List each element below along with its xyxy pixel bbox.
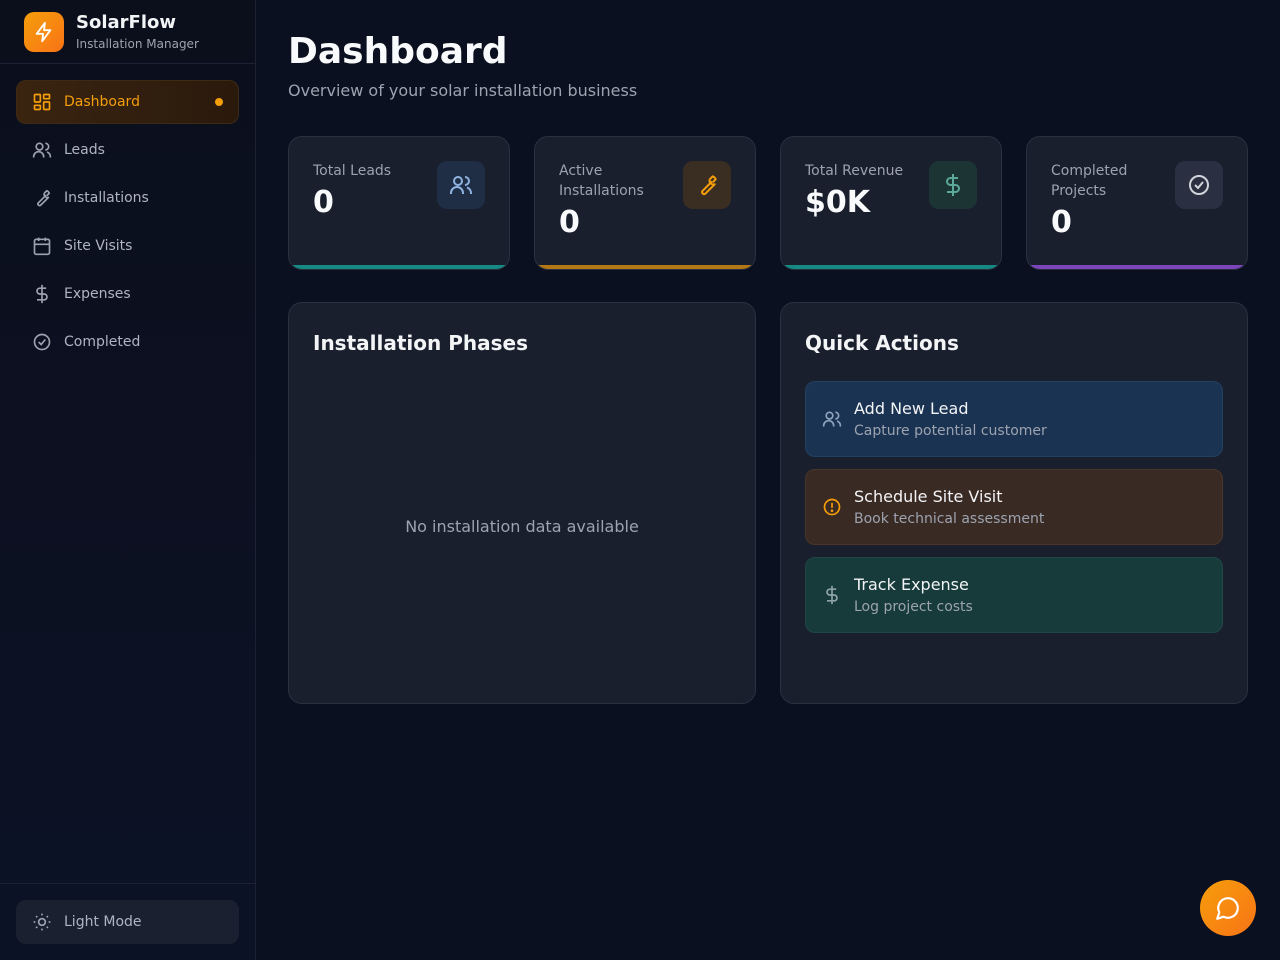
stat-accent-bar <box>535 265 755 269</box>
alert-circle-icon <box>822 497 842 517</box>
dollar-icon <box>822 585 842 605</box>
stat-card-active-installations: Active Installations 0 <box>534 136 756 270</box>
action-subtitle: Capture potential customer <box>854 422 1047 439</box>
sidebar: SolarFlow Installation Manager Dashboard… <box>0 0 256 960</box>
sidebar-item-site-visits[interactable]: Site Visits <box>16 224 239 268</box>
active-indicator <box>215 98 223 106</box>
calendar-icon <box>32 236 52 256</box>
stat-label: Total Leads <box>313 163 392 179</box>
stat-card-completed-projects: Completed Projects 0 <box>1026 136 1248 270</box>
action-title: Track Expense <box>854 574 969 594</box>
users-icon <box>822 409 842 429</box>
sun-icon <box>32 912 52 932</box>
dashboard-grid-icon <box>32 92 52 112</box>
stat-value: 0 <box>559 205 580 240</box>
theme-toggle-label: Light Mode <box>64 914 142 930</box>
action-subtitle: Log project costs <box>854 598 973 615</box>
stats-row: Total Leads 0 Active Installations 0 Tot… <box>288 136 1248 270</box>
brand: SolarFlow Installation Manager <box>0 0 255 64</box>
dollar-icon <box>929 161 977 209</box>
sidebar-item-dashboard[interactable]: Dashboard <box>16 80 239 124</box>
chat-button[interactable] <box>1200 880 1256 936</box>
sidebar-item-label: Site Visits <box>64 238 133 254</box>
brand-subtitle: Installation Manager <box>76 36 199 51</box>
empty-state-text: No installation data available <box>405 517 639 536</box>
stat-label: Completed Projects <box>1051 163 1128 199</box>
installation-phases-panel: Installation Phases No installation data… <box>288 302 756 704</box>
page-title: Dashboard <box>288 31 508 72</box>
sidebar-item-label: Leads <box>64 142 105 158</box>
sidebar-nav: Dashboard Leads Installations Site Visit… <box>0 64 255 384</box>
stat-label: Total Revenue <box>805 163 904 179</box>
lightning-bolt-icon <box>24 11 64 52</box>
users-icon <box>32 140 52 160</box>
stat-accent-bar <box>781 265 1001 269</box>
quick-actions-panel: Quick Actions Add New Lead Capture poten… <box>780 302 1248 704</box>
stat-value: 0 <box>1051 205 1072 240</box>
wrench-icon <box>683 161 731 209</box>
dollar-icon <box>32 284 52 304</box>
track-expense-button[interactable]: Track Expense Log project costs <box>805 557 1223 633</box>
sidebar-item-expenses[interactable]: Expenses <box>16 272 239 316</box>
sidebar-item-label: Installations <box>64 190 149 206</box>
action-title: Add New Lead <box>854 398 969 418</box>
panel-title: Quick Actions <box>805 331 959 355</box>
chat-bubble-icon <box>1215 895 1241 921</box>
stat-label: Active Installations <box>559 163 644 199</box>
sidebar-item-leads[interactable]: Leads <box>16 128 239 172</box>
sidebar-item-installations[interactable]: Installations <box>16 176 239 220</box>
action-subtitle: Book technical assessment <box>854 510 1045 527</box>
add-new-lead-button[interactable]: Add New Lead Capture potential customer <box>805 381 1223 457</box>
sidebar-item-completed[interactable]: Completed <box>16 320 239 364</box>
stat-card-total-leads: Total Leads 0 <box>288 136 510 270</box>
users-icon <box>437 161 485 209</box>
stat-card-total-revenue: Total Revenue $0K <box>780 136 1002 270</box>
check-circle-icon <box>32 332 52 352</box>
wrench-icon <box>32 188 52 208</box>
sidebar-footer: Light Mode <box>0 883 255 960</box>
theme-toggle-button[interactable]: Light Mode <box>16 900 239 944</box>
sidebar-item-label: Dashboard <box>64 94 140 110</box>
sidebar-item-label: Expenses <box>64 286 131 302</box>
brand-title: SolarFlow <box>76 11 176 33</box>
quick-actions-list: Add New Lead Capture potential customer … <box>805 381 1223 633</box>
stat-accent-bar <box>1027 265 1247 269</box>
panels-row: Installation Phases No installation data… <box>288 302 1248 704</box>
stat-accent-bar <box>289 265 509 269</box>
check-circle-icon <box>1175 161 1223 209</box>
schedule-site-visit-button[interactable]: Schedule Site Visit Book technical asses… <box>805 469 1223 545</box>
sidebar-item-label: Completed <box>64 334 141 350</box>
action-title: Schedule Site Visit <box>854 486 1003 506</box>
main-content: Dashboard Overview of your solar install… <box>288 0 1248 704</box>
page-subtitle: Overview of your solar installation busi… <box>288 81 638 100</box>
panel-title: Installation Phases <box>313 331 528 355</box>
